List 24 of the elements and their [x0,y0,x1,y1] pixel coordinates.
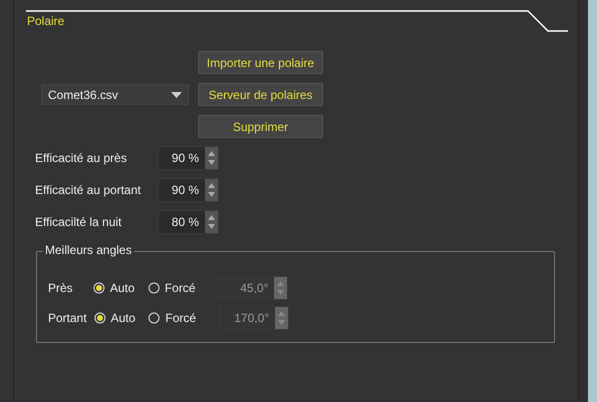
spin-arrows-icon [275,307,288,329]
section-title: Polaire [27,13,64,30]
efficiency-label: Efficacilté la nuit [35,215,122,229]
mode-radio[interactable]: Auto [93,281,135,295]
group-title: Meilleurs angles [43,243,134,257]
spin-arrows-icon [205,147,218,169]
angle-label: Près [48,281,74,295]
mode-radio[interactable]: Forcé [148,281,196,295]
polar-file-dropdown[interactable]: Comet36.csv [41,84,189,105]
percent-spinbox[interactable]: 90 % [158,146,219,170]
spin-arrows-icon [274,277,288,299]
angle-label: Portant [48,311,87,325]
spin-arrows-icon [205,211,218,233]
action-button[interactable]: Supprimer [198,115,323,138]
mode-radio[interactable]: Forcé [148,311,196,325]
action-button[interactable]: Serveur de polaires [198,83,323,106]
action-button[interactable]: Importer une polaire [198,51,323,74]
spin-arrows-icon [205,179,218,201]
percent-spinbox[interactable]: 90 % [158,178,219,202]
efficiency-label: Efficacité au près [35,151,128,165]
mode-radio[interactable]: Auto [94,311,136,325]
percent-spinbox[interactable]: 80 % [158,210,219,234]
efficiency-label: Efficacité au portant [35,183,142,197]
caret-icon [171,92,182,98]
